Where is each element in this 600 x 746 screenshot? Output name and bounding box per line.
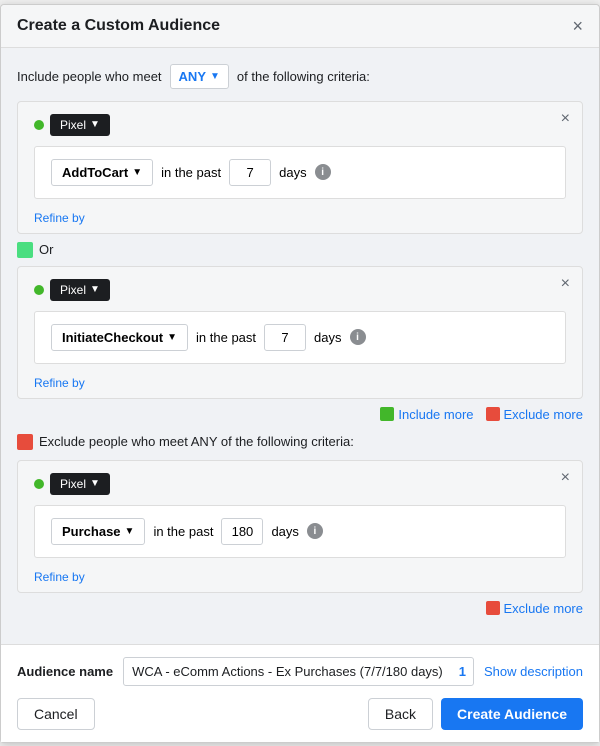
refine-link-1[interactable]: Refine by	[34, 211, 85, 225]
event-dropdown-3[interactable]: Purchase ▼	[51, 518, 145, 545]
chevron-down-icon: ▼	[132, 167, 142, 178]
chevron-down-icon: ▼	[90, 284, 100, 295]
exclude-more-icon	[486, 407, 500, 421]
close-button[interactable]: ×	[572, 17, 583, 35]
criteria-inner-1: AddToCart ▼ in the past days i	[34, 146, 566, 199]
criteria-row-2: InitiateCheckout ▼ in the past days i	[51, 324, 549, 351]
cancel-button[interactable]: Cancel	[17, 698, 95, 730]
pixel-status-dot	[34, 120, 44, 130]
exclude-header-text: Exclude people who meet ANY of the follo…	[39, 434, 354, 449]
action-row-2: Exclude more	[17, 601, 583, 616]
pixel-dropdown-3[interactable]: Pixel ▼	[50, 473, 110, 495]
exclude-more-link-2[interactable]: Exclude more	[486, 601, 583, 616]
any-dropdown[interactable]: ANY ▼	[170, 64, 229, 89]
criteria-row-3: Purchase ▼ in the past days i	[51, 518, 549, 545]
footer-buttons: Cancel Back Create Audience	[17, 698, 583, 730]
in-the-past-label-1: in the past	[161, 165, 221, 180]
pixel-status-dot-2	[34, 285, 44, 295]
include-section-2: × Pixel ▼ InitiateCheckout ▼ in the past…	[17, 266, 583, 399]
or-row: Or	[17, 242, 583, 258]
chevron-down-icon: ▼	[167, 332, 177, 343]
exclude-header-icon	[17, 434, 33, 450]
include-criteria-line: Include people who meet ANY ▼ of the fol…	[17, 64, 583, 89]
close-section-2-button[interactable]: ×	[561, 275, 570, 293]
criteria-inner-2: InitiateCheckout ▼ in the past days i	[34, 311, 566, 364]
exclude-header: Exclude people who meet ANY of the follo…	[17, 434, 583, 450]
refine-link-3[interactable]: Refine by	[34, 570, 85, 584]
audience-input-wrap: 1	[123, 657, 474, 686]
refine-link-2[interactable]: Refine by	[34, 376, 85, 390]
close-section-3-button[interactable]: ×	[561, 469, 570, 487]
exclude-more-icon-2	[486, 601, 500, 615]
modal-container: Create a Custom Audience × Include peopl…	[0, 4, 600, 743]
chevron-down-icon: ▼	[125, 526, 135, 537]
info-icon-2[interactable]: i	[350, 329, 366, 345]
event-dropdown-1[interactable]: AddToCart ▼	[51, 159, 153, 186]
include-section-1: × Pixel ▼ AddToCart ▼ in the past days	[17, 101, 583, 234]
event-dropdown-2[interactable]: InitiateCheckout ▼	[51, 324, 188, 351]
pixel-row-1: Pixel ▼	[34, 114, 566, 136]
in-the-past-label-3: in the past	[153, 524, 213, 539]
back-button[interactable]: Back	[368, 698, 433, 730]
or-icon	[17, 242, 33, 258]
info-icon-1[interactable]: i	[315, 164, 331, 180]
show-description-link[interactable]: Show description	[484, 664, 583, 679]
include-more-link[interactable]: Include more	[380, 407, 473, 422]
criteria-row-1: AddToCart ▼ in the past days i	[51, 159, 549, 186]
audience-name-label: Audience name	[17, 664, 113, 679]
btn-group: Back Create Audience	[368, 698, 583, 730]
action-row: Include more Exclude more	[17, 407, 583, 422]
audience-name-input[interactable]	[123, 657, 474, 686]
exclude-more-link-1[interactable]: Exclude more	[486, 407, 583, 422]
include-suffix: of the following criteria:	[237, 69, 370, 84]
exclude-section: × Pixel ▼ Purchase ▼ in the past days	[17, 460, 583, 593]
days-input-3[interactable]	[221, 518, 263, 545]
close-section-1-button[interactable]: ×	[561, 110, 570, 128]
pixel-dropdown-1[interactable]: Pixel ▼	[50, 114, 110, 136]
info-icon-3[interactable]: i	[307, 523, 323, 539]
chevron-down-icon: ▼	[210, 71, 220, 82]
days-input-2[interactable]	[264, 324, 306, 351]
modal-header: Create a Custom Audience ×	[1, 5, 599, 48]
pixel-row-2: Pixel ▼	[34, 279, 566, 301]
include-prefix: Include people who meet	[17, 69, 162, 84]
pixel-status-dot-3	[34, 479, 44, 489]
or-label: Or	[39, 242, 53, 257]
audience-count: 1	[459, 664, 466, 679]
chevron-down-icon: ▼	[90, 119, 100, 130]
criteria-inner-3: Purchase ▼ in the past days i	[34, 505, 566, 558]
modal-footer: Audience name 1 Show description Cancel …	[1, 644, 599, 742]
in-the-past-label-2: in the past	[196, 330, 256, 345]
days-label-3: days	[271, 524, 298, 539]
modal-body: Include people who meet ANY ▼ of the fol…	[1, 48, 599, 644]
days-input-1[interactable]	[229, 159, 271, 186]
create-audience-button[interactable]: Create Audience	[441, 698, 583, 730]
audience-name-row: Audience name 1 Show description	[17, 657, 583, 686]
days-label-1: days	[279, 165, 306, 180]
pixel-dropdown-2[interactable]: Pixel ▼	[50, 279, 110, 301]
modal-title: Create a Custom Audience	[17, 17, 220, 35]
chevron-down-icon: ▼	[90, 478, 100, 489]
days-label-2: days	[314, 330, 341, 345]
pixel-row-3: Pixel ▼	[34, 473, 566, 495]
include-more-icon	[380, 407, 394, 421]
